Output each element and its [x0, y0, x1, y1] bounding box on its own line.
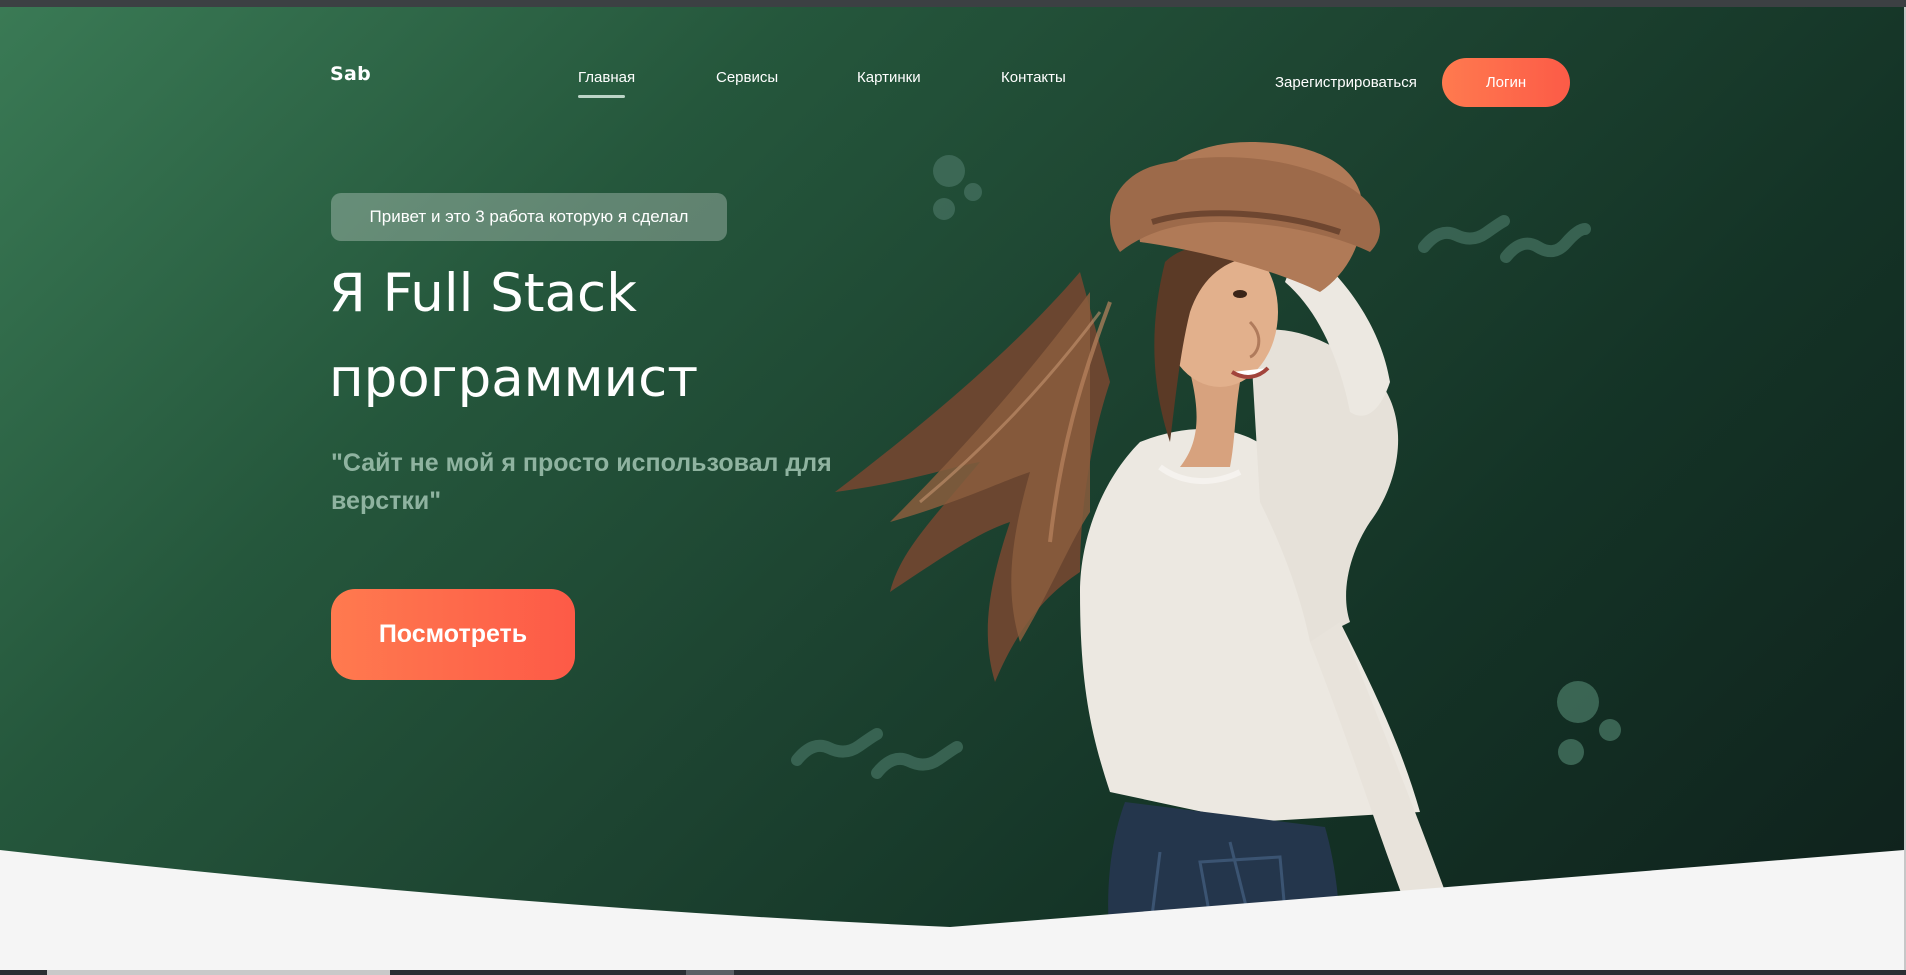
- nav-item-pictures[interactable]: Картинки: [857, 69, 921, 86]
- taskbar-segment: [686, 970, 734, 975]
- hero-quote: "Сайт не мой я просто использовал для ве…: [331, 449, 832, 515]
- intro-badge: Привет и это 3 работа которую я сделал: [331, 193, 727, 241]
- hero-bottom-wave: [0, 850, 1904, 937]
- browser-top-bar: [0, 0, 1906, 7]
- view-button[interactable]: Посмотреть: [331, 589, 575, 680]
- login-button[interactable]: Логин: [1442, 58, 1570, 107]
- register-link[interactable]: Зарегистрироваться: [1275, 74, 1417, 91]
- hero-headline-line1: Я Full Stack: [329, 263, 637, 324]
- nav-active-indicator: [578, 95, 625, 98]
- nav-item-home[interactable]: Главная: [578, 69, 635, 86]
- hero-headline-line2: программист: [329, 348, 699, 409]
- taskbar-segment: [47, 970, 390, 975]
- browser-bottom-bar: [0, 970, 1906, 975]
- logo[interactable]: Sab: [330, 63, 371, 85]
- hero-headline: Я Full Stack программист: [329, 251, 698, 421]
- hero-section: Sab Главная Сервисы Картинки Контакты За…: [0, 7, 1904, 937]
- nav-item-services[interactable]: Сервисы: [716, 69, 778, 86]
- nav-item-contacts[interactable]: Контакты: [1001, 69, 1066, 86]
